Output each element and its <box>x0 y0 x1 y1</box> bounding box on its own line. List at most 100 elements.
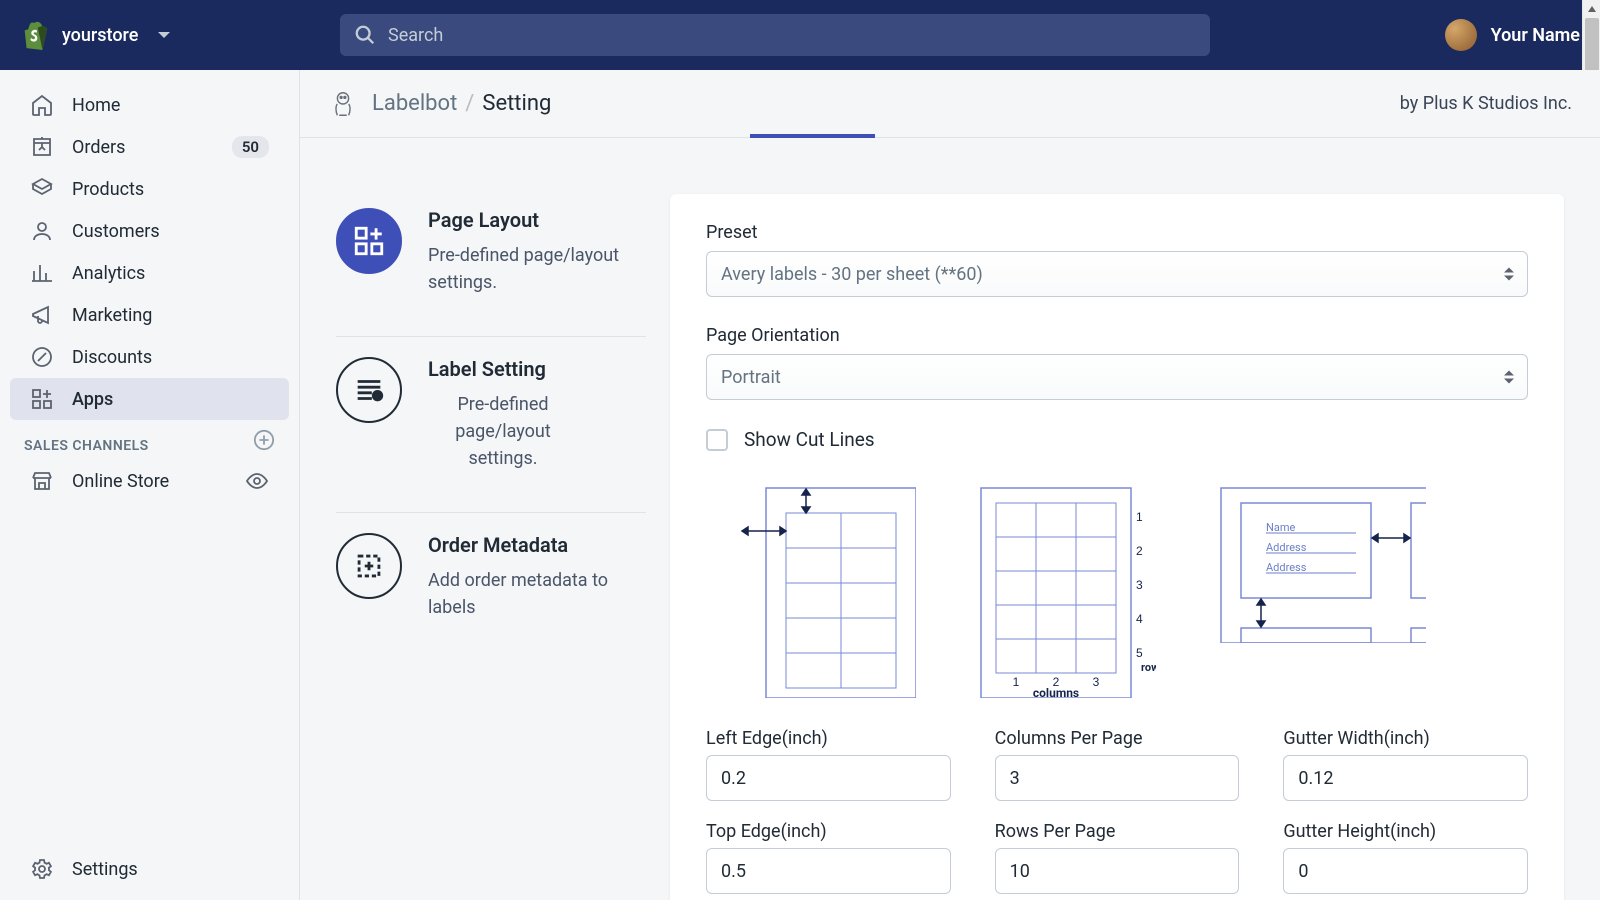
tab-indicator <box>750 134 875 138</box>
gutter-width-label: Gutter Width(inch) <box>1283 728 1528 749</box>
svg-text:Name: Name <box>1266 521 1295 534</box>
sidebar-item-label: Discounts <box>72 347 152 368</box>
section-title: Order Metadata <box>428 533 646 557</box>
section-desc: Pre-defined page/layout settings. <box>428 242 646 296</box>
labelbot-app-icon <box>328 89 358 119</box>
breadcrumb-app[interactable]: Labelbot <box>372 91 457 116</box>
user-name: Your Name <box>1491 25 1580 46</box>
select-caret-icon <box>1504 371 1514 384</box>
marketing-icon <box>30 303 54 327</box>
section-desc: Add order metadata to labels <box>428 567 646 621</box>
home-icon <box>30 93 54 117</box>
sidebar-item-customers[interactable]: Customers <box>10 210 289 252</box>
orientation-value: Portrait <box>721 367 781 388</box>
left-edge-input[interactable]: 0.2 <box>706 755 951 801</box>
sidebar: Home Orders 50 Products Customers Analyt… <box>0 70 300 900</box>
gutter-height-input[interactable]: 0 <box>1283 848 1528 894</box>
shopify-logo-icon <box>20 20 50 50</box>
order-metadata-icon <box>336 533 402 599</box>
svg-text:Address: Address <box>1266 541 1307 554</box>
main-content: Labelbot / Setting by Plus K Studios Inc… <box>300 70 1600 900</box>
columns-label: Columns Per Page <box>995 728 1240 749</box>
preset-value: Avery labels - 30 per sheet (**60) <box>721 264 983 285</box>
show-cut-lines-checkbox[interactable]: Show Cut Lines <box>706 428 1528 451</box>
checkbox-box <box>706 429 728 451</box>
sidebar-item-analytics[interactable]: Analytics <box>10 252 289 294</box>
diagram-margins <box>736 483 916 698</box>
top-bar: yourstore Search Your Name <box>0 0 1600 70</box>
gear-icon <box>30 857 54 881</box>
preset-select[interactable]: Avery labels - 30 per sheet (**60) <box>706 251 1528 297</box>
top-edge-label: Top Edge(inch) <box>706 821 951 842</box>
customers-icon <box>30 219 54 243</box>
breadcrumb-current: Setting <box>482 91 551 116</box>
view-store-icon[interactable] <box>245 469 269 493</box>
settings-sections: Page Layout Pre-defined page/layout sett… <box>336 194 646 900</box>
svg-text:3: 3 <box>1136 578 1143 592</box>
app-author: by Plus K Studios Inc. <box>1400 93 1572 114</box>
user-menu[interactable]: Your Name <box>1445 19 1580 51</box>
diagram-rows-columns: 1 2 3 1 2 3 4 5 columns rows <box>976 483 1156 698</box>
label-setting-icon <box>336 357 402 423</box>
sidebar-item-products[interactable]: Products <box>10 168 289 210</box>
svg-text:1: 1 <box>1013 675 1020 689</box>
page-layout-icon <box>336 208 402 274</box>
sidebar-item-label: Marketing <box>72 305 152 326</box>
sidebar-item-label: Settings <box>72 859 138 880</box>
checkbox-label: Show Cut Lines <box>744 428 875 451</box>
sidebar-item-online-store[interactable]: Online Store <box>10 460 289 502</box>
rows-label: rows <box>1141 661 1156 674</box>
section-desc: Pre-defined page/layout settings. <box>428 391 578 472</box>
svg-text:2: 2 <box>1136 544 1143 558</box>
select-caret-icon <box>1504 268 1514 281</box>
gutter-width-input[interactable]: 0.12 <box>1283 755 1528 801</box>
orientation-label: Page Orientation <box>706 325 1528 346</box>
store-icon <box>30 469 54 493</box>
sidebar-item-label: Online Store <box>72 471 169 492</box>
store-dropdown-caret-icon[interactable] <box>158 32 170 38</box>
search-placeholder: Search <box>388 25 443 46</box>
search-icon <box>354 24 376 46</box>
sidebar-item-marketing[interactable]: Marketing <box>10 294 289 336</box>
columns-label: columns <box>1033 686 1079 698</box>
preset-label: Preset <box>706 222 1528 243</box>
sidebar-item-label: Products <box>72 179 144 200</box>
discounts-icon <box>30 345 54 369</box>
store-name[interactable]: yourstore <box>62 25 138 46</box>
svg-text:3: 3 <box>1093 675 1100 689</box>
columns-input[interactable]: 3 <box>995 755 1240 801</box>
sidebar-item-settings[interactable]: Settings <box>10 848 289 890</box>
sidebar-item-label: Customers <box>72 221 160 242</box>
add-channel-button[interactable] <box>253 429 275 451</box>
diagram-gutters: Name Address Address <box>1216 483 1426 698</box>
svg-text:1: 1 <box>1136 510 1143 524</box>
rows-input[interactable]: 10 <box>995 848 1240 894</box>
section-title: Label Setting <box>428 357 578 381</box>
top-edge-input[interactable]: 0.5 <box>706 848 951 894</box>
breadcrumb: Labelbot / Setting by Plus K Studios Inc… <box>300 70 1600 138</box>
section-page-layout[interactable]: Page Layout Pre-defined page/layout sett… <box>336 194 646 316</box>
scroll-up-button[interactable] <box>1583 0 1600 18</box>
rows-label: Rows Per Page <box>995 821 1240 842</box>
apps-icon <box>30 387 54 411</box>
sidebar-item-apps[interactable]: Apps <box>10 378 289 420</box>
sidebar-item-home[interactable]: Home <box>10 84 289 126</box>
orders-icon <box>30 135 54 159</box>
sidebar-item-label: Home <box>72 95 120 116</box>
settings-card: Preset Avery labels - 30 per sheet (**60… <box>670 194 1564 900</box>
orientation-select[interactable]: Portrait <box>706 354 1528 400</box>
section-title: Page Layout <box>428 208 646 232</box>
sidebar-item-discounts[interactable]: Discounts <box>10 336 289 378</box>
sidebar-item-orders[interactable]: Orders 50 <box>10 126 289 168</box>
sidebar-item-label: Analytics <box>72 263 145 284</box>
products-icon <box>30 177 54 201</box>
svg-text:5: 5 <box>1136 646 1143 660</box>
analytics-icon <box>30 261 54 285</box>
breadcrumb-separator: / <box>465 91 474 116</box>
sidebar-item-label: Apps <box>72 389 113 410</box>
section-order-metadata[interactable]: Order Metadata Add order metadata to lab… <box>336 512 646 641</box>
orders-count-badge: 50 <box>232 136 269 158</box>
section-label-setting[interactable]: Label Setting Pre-defined page/layout se… <box>336 336 646 492</box>
sidebar-item-label: Orders <box>72 137 125 158</box>
search-input[interactable]: Search <box>340 14 1210 56</box>
